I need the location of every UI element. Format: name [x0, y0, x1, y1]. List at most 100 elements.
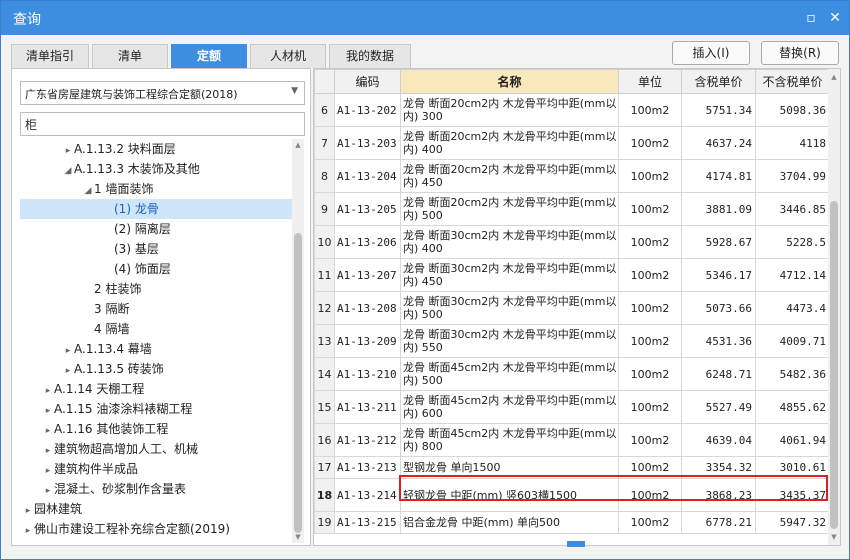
tab-quota[interactable]: 定额 [171, 44, 247, 68]
cell-notax-price: 5947.32 [755, 511, 830, 534]
scroll-thumb[interactable] [294, 233, 302, 533]
replace-button[interactable]: 替换(R) [761, 41, 839, 65]
scroll-up-icon[interactable]: ▲ [828, 71, 840, 83]
col-name[interactable]: 名称 [400, 69, 619, 94]
table-row[interactable]: 9 A1-13-205 龙骨 断面20cm2内 木龙骨平均中距(mm以内) 500 1… [314, 192, 830, 226]
table-scrollbar[interactable]: ▲ ▼ [828, 69, 840, 545]
tree-node[interactable]: (1) 龙骨 [20, 199, 292, 219]
tree-node[interactable]: ▸ 佛山市建设工程补充综合定额(2019) [12, 519, 230, 539]
search-input[interactable] [20, 112, 305, 136]
tab-labor-material[interactable]: 人材机 [250, 44, 326, 68]
collapsed-arrow-icon[interactable]: ▸ [42, 441, 54, 461]
collapsed-arrow-icon[interactable]: ▸ [42, 421, 54, 441]
expanded-arrow-icon[interactable]: ◢ [82, 181, 94, 201]
tree-scrollbar[interactable]: ▲ ▼ [292, 139, 304, 543]
tree-node[interactable]: ▸ A.1.15 油漆涂料裱糊工程 [12, 399, 193, 421]
tree-node[interactable]: ▸ A.1.13.4 幕墙 [12, 339, 152, 359]
tree-node[interactable]: ▸ 园林建筑 [12, 499, 82, 519]
insert-button[interactable]: 插入(I) [672, 41, 750, 65]
tab-bill-guide[interactable]: 清单指引 [11, 44, 89, 68]
col-tax-price[interactable]: 含税单价 [681, 69, 756, 94]
cell-code: A1-13-215 [334, 511, 401, 534]
close-icon[interactable]: ✕ [825, 8, 845, 28]
tree-node-label: 4 隔墙 [94, 322, 130, 336]
tree-node-label: 建筑构件半成品 [54, 462, 139, 476]
collapsed-arrow-icon[interactable]: ▸ [42, 381, 54, 401]
tab-my-data[interactable]: 我的数据 [329, 44, 411, 68]
cell-name: 龙骨 断面20cm2内 木龙骨平均中距(mm以内) 400 [400, 126, 619, 160]
tree-node[interactable]: ◢ 1 墙面装饰 [12, 179, 154, 201]
cell-code: A1-13-207 [334, 258, 401, 292]
cell-code: A1-13-204 [334, 159, 401, 193]
tree-node[interactable]: ▸ 建筑物超高增加人工、机械 [12, 439, 198, 459]
cell-code: A1-13-208 [334, 291, 401, 325]
tree-node[interactable]: 4 隔墙 [12, 319, 129, 339]
scroll-down-icon[interactable]: ▼ [292, 531, 304, 543]
table-row[interactable]: 12 A1-13-208 龙骨 断面30cm2内 木龙骨平均中距(mm以内) 500… [314, 291, 830, 325]
table-row[interactable]: 10 A1-13-206 龙骨 断面30cm2内 木龙骨平均中距(mm以内) 400… [314, 225, 830, 259]
restore-icon[interactable]: ▫ [801, 8, 821, 28]
tree-node-label: 3 隔断 [94, 302, 130, 316]
cell-name: 龙骨 断面45cm2内 木龙骨平均中距(mm以内) 500 [400, 357, 619, 391]
tree-node[interactable]: ▸ A.1.13.2 块料面层 [12, 139, 176, 159]
tree-node[interactable]: 3 隔断 [12, 299, 129, 319]
tree-node[interactable]: ◢ A.1.13.3 木装饰及其他 [12, 159, 200, 179]
tree-node-label: (1) 龙骨 [114, 202, 159, 216]
table-row[interactable]: 16 A1-13-212 龙骨 断面45cm2内 木龙骨平均中距(mm以内) 800… [314, 423, 830, 457]
tree-node[interactable]: 2 柱装饰 [12, 279, 141, 299]
col-notax-price[interactable]: 不含税单价 [755, 69, 830, 94]
expanded-arrow-icon[interactable]: ◢ [62, 161, 74, 181]
tree-node[interactable]: ▸ A.1.16 其他装饰工程 [12, 419, 169, 441]
cell-tax-price: 3881.09 [681, 192, 756, 226]
cell-unit: 100m2 [618, 291, 682, 325]
chevron-down-icon: ▼ [291, 86, 298, 96]
tree-node-label: 建筑物超高增加人工、机械 [54, 442, 199, 456]
collapsed-arrow-icon[interactable]: ▸ [62, 361, 74, 381]
scroll-up-icon[interactable]: ▲ [292, 139, 304, 151]
tree-node[interactable]: ▸ A.1.13.5 砖装饰 [12, 359, 164, 379]
col-code[interactable]: 编码 [334, 69, 401, 94]
splitter-handle[interactable] [567, 541, 585, 547]
tree-node[interactable]: (2) 隔离层 [12, 219, 171, 239]
cell-notax-price: 4712.14 [755, 258, 830, 292]
collapsed-arrow-icon[interactable]: ▸ [22, 521, 34, 541]
row-index: 6 [314, 93, 335, 127]
scroll-thumb[interactable] [830, 201, 838, 529]
row-index: 15 [314, 390, 335, 424]
collapsed-arrow-icon[interactable]: ▸ [42, 481, 54, 501]
library-select-value: 广东省房屋建筑与装饰工程综合定额(2018) [25, 88, 238, 101]
collapsed-arrow-icon[interactable]: ▸ [62, 341, 74, 361]
tree-node[interactable]: (3) 基层 [12, 239, 159, 259]
tree-node[interactable]: ▸ 建筑构件半成品 [12, 459, 138, 479]
cell-code: A1-13-211 [334, 390, 401, 424]
table-row[interactable]: 13 A1-13-209 龙骨 断面30cm2内 木龙骨平均中距(mm以内) 550… [314, 324, 830, 358]
tab-bill[interactable]: 清单 [92, 44, 168, 68]
cell-name: 龙骨 断面30cm2内 木龙骨平均中距(mm以内) 500 [400, 291, 619, 325]
tree-node[interactable]: (4) 饰面层 [12, 259, 171, 279]
cell-tax-price: 5527.49 [681, 390, 756, 424]
table-row[interactable]: 11 A1-13-207 龙骨 断面30cm2内 木龙骨平均中距(mm以内) 450… [314, 258, 830, 292]
cell-tax-price: 4531.36 [681, 324, 756, 358]
library-select[interactable]: 广东省房屋建筑与装饰工程综合定额(2018) ▼ [20, 81, 305, 105]
table-row[interactable]: 14 A1-13-210 龙骨 断面45cm2内 木龙骨平均中距(mm以内) 500… [314, 357, 830, 391]
table-row[interactable]: 7 A1-13-203 龙骨 断面20cm2内 木龙骨平均中距(mm以内) 400 1… [314, 126, 830, 160]
tree-node[interactable]: ▸ A.1.14 天棚工程 [12, 379, 145, 401]
col-unit[interactable]: 单位 [618, 69, 682, 94]
row-index: 14 [314, 357, 335, 391]
row-index: 17 [314, 456, 335, 479]
collapsed-arrow-icon[interactable]: ▸ [62, 141, 74, 161]
collapsed-arrow-icon[interactable]: ▸ [22, 501, 34, 521]
cell-unit: 100m2 [618, 93, 682, 127]
collapsed-arrow-icon[interactable]: ▸ [42, 461, 54, 481]
tree-node[interactable]: ▸ 混凝土、砂浆制作含量表 [12, 479, 186, 499]
collapsed-arrow-icon[interactable]: ▸ [42, 401, 54, 421]
table-row[interactable]: 6 A1-13-202 龙骨 断面20cm2内 木龙骨平均中距(mm以内) 300 1… [314, 93, 830, 127]
row-index: 9 [314, 192, 335, 226]
cell-name: 龙骨 断面45cm2内 木龙骨平均中距(mm以内) 800 [400, 423, 619, 457]
table-row[interactable]: 8 A1-13-204 龙骨 断面20cm2内 木龙骨平均中距(mm以内) 450 1… [314, 159, 830, 193]
table-row[interactable]: 15 A1-13-211 龙骨 断面45cm2内 木龙骨平均中距(mm以内) 600… [314, 390, 830, 424]
table-row[interactable]: 19 A1-13-215 铝合金龙骨 中距(mm) 单向500 100m2 6778.2… [314, 511, 830, 534]
cell-notax-price: 4473.4 [755, 291, 830, 325]
scroll-down-icon[interactable]: ▼ [828, 531, 840, 543]
row-index: 10 [314, 225, 335, 259]
